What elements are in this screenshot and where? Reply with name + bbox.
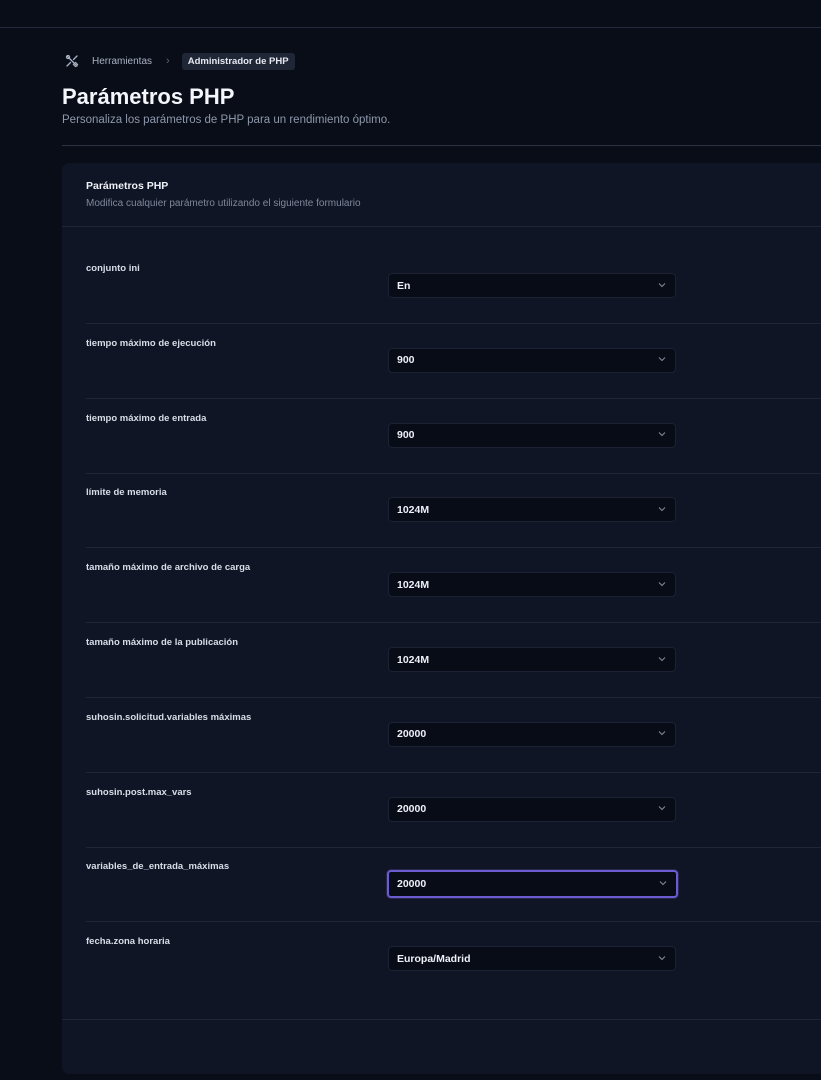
setting-label-engine: conjunto ini	[86, 263, 140, 274]
chevron-down-icon	[658, 955, 666, 960]
select-value: 20000	[397, 878, 427, 891]
select-value: Europa/Madrid	[397, 952, 471, 965]
select-value: 900	[397, 354, 415, 367]
card-header: Parámetros PHP Modifica cualquier paráme…	[62, 163, 821, 227]
chevron-down-icon	[658, 656, 666, 661]
setting-select-engine[interactable]: En	[388, 273, 676, 298]
setting-select-date-timezone[interactable]: Europa/Madrid	[388, 946, 676, 972]
setting-select-suhosin-post-max-vars[interactable]: 20000	[388, 796, 676, 822]
page-title: Parámetros PHP	[62, 84, 235, 109]
card-subtitle: Modifica cualquier parámetro utilizando …	[86, 198, 361, 209]
setting-row-post-max-size: tamaño máximo de la publicación 1024M	[62, 623, 821, 698]
breadcrumb-current: Administrador de PHP	[181, 52, 295, 70]
setting-label-suhosin-request-max-vars: suhosin.solicitud.variables máximas	[86, 711, 252, 723]
setting-row-memory-limit: límite de memoria 1024M	[62, 473, 821, 549]
setting-row-max-input-vars: variables_de_entrada_máximas 20000	[62, 847, 821, 923]
card-title: Parámetros PHP	[86, 180, 169, 192]
setting-select-max-input-vars[interactable]: 20000	[387, 870, 678, 899]
setting-row-date-timezone: fecha.zona horaria Europa/Madrid	[62, 922, 821, 997]
setting-row-suhosin-request-max-vars: suhosin.solicitud.variables máximas 20000	[62, 698, 821, 773]
setting-label-post-max-size: tamaño máximo de la publicación	[86, 637, 239, 648]
setting-row-upload-max-filesize: tamaño máximo de archivo de carga 1024M	[62, 548, 821, 624]
setting-label-date-timezone: fecha.zona horaria	[86, 936, 170, 948]
setting-label-suhosin-post-max-vars: suhosin.post.max_vars	[86, 786, 192, 798]
chevron-down-icon	[659, 881, 667, 886]
chevron-down-icon	[658, 432, 666, 437]
breadcrumb: Herramientas › Administrador de PHP	[64, 52, 295, 70]
divider	[62, 145, 821, 146]
chevron-down-icon	[658, 357, 666, 362]
chevron-down-icon	[658, 581, 666, 586]
setting-select-suhosin-request-max-vars[interactable]: 20000	[388, 721, 676, 747]
select-value: 20000	[397, 728, 427, 741]
chevron-down-icon	[658, 282, 666, 287]
setting-select-max-execution-time[interactable]: 900	[388, 347, 676, 373]
tools-icon[interactable]	[64, 53, 80, 69]
chevron-right-icon: ›	[166, 55, 170, 67]
select-value: En	[397, 279, 411, 292]
setting-select-max-input-time[interactable]: 900	[388, 422, 676, 448]
chevron-down-icon	[658, 507, 666, 512]
top-bar	[0, 0, 821, 28]
setting-row-max-execution-time: tiempo máximo de ejecución 900	[62, 324, 821, 399]
setting-select-post-max-size[interactable]: 1024M	[388, 647, 676, 672]
setting-row-suhosin-post-max-vars: suhosin.post.max_vars 20000	[62, 773, 821, 848]
setting-select-upload-max-filesize[interactable]: 1024M	[388, 572, 676, 598]
breadcrumb-parent-link[interactable]: Herramientas	[92, 56, 152, 67]
chevron-down-icon	[658, 731, 666, 736]
select-value: 1024M	[397, 578, 430, 591]
setting-label-upload-max-filesize: tamaño máximo de archivo de carga	[86, 562, 251, 574]
select-value: 900	[397, 429, 415, 442]
setting-row-engine: conjunto ini En	[62, 249, 821, 324]
select-value: 1024M	[397, 503, 430, 516]
select-value: 1024M	[397, 653, 430, 666]
php-settings-card: Parámetros PHP Modifica cualquier paráme…	[62, 163, 821, 1074]
setting-label-max-execution-time: tiempo máximo de ejecución	[86, 337, 216, 349]
setting-row-max-input-time: tiempo máximo de entrada 900	[62, 399, 821, 474]
chevron-down-icon	[658, 806, 666, 811]
setting-select-memory-limit[interactable]: 1024M	[388, 497, 676, 523]
setting-label-memory-limit: límite de memoria	[86, 487, 167, 499]
select-value: 20000	[397, 803, 427, 816]
page-subtitle: Personaliza los parámetros de PHP para u…	[62, 114, 391, 126]
setting-label-max-input-time: tiempo máximo de entrada	[86, 412, 207, 424]
setting-label-max-input-vars: variables_de_entrada_máximas	[86, 861, 230, 873]
divider	[62, 1019, 821, 1020]
